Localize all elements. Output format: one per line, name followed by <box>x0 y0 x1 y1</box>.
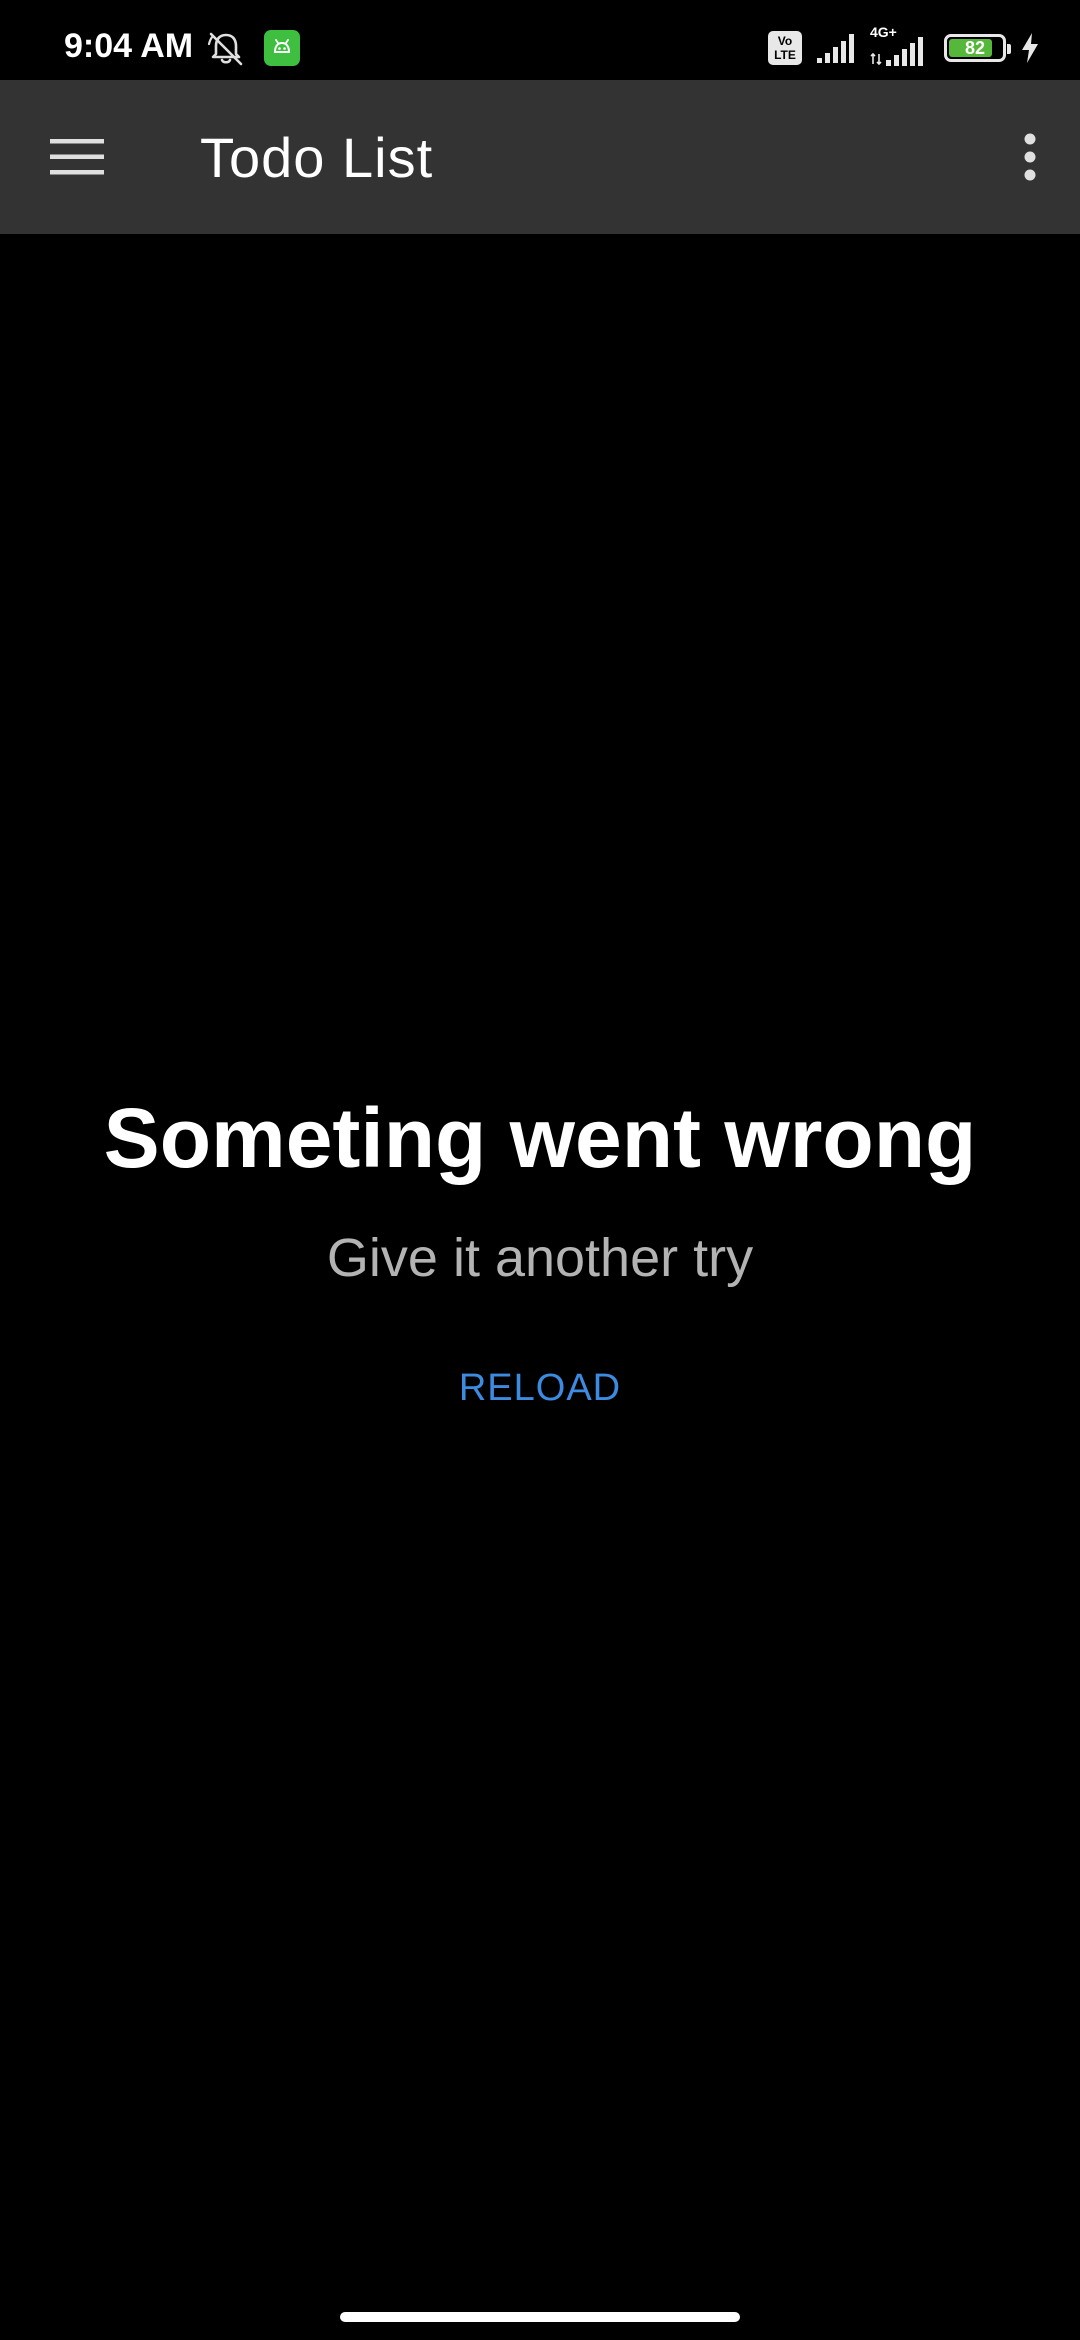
app-notification-icon <box>264 30 300 66</box>
error-subtitle: Give it another try <box>326 1228 754 1288</box>
home-indicator[interactable] <box>340 2312 740 2322</box>
volte-top-label: Vo <box>777 34 793 48</box>
signal-4g-icon <box>870 37 923 66</box>
error-title: Someting went wrong <box>103 1091 977 1185</box>
bell-off-icon <box>207 32 243 66</box>
status-system-icons: Vo LTE 4G+ 82 <box>768 24 1040 70</box>
volte-bottom-label: LTE <box>774 48 796 62</box>
signal-4g-wrap: 4G+ <box>870 24 930 68</box>
battery-level: 82 <box>964 37 986 58</box>
app-title: Todo List <box>200 126 434 189</box>
more-vert-icon <box>1024 133 1036 181</box>
status-bar: 9:04 AM Vo LTE 4G+ 82 <box>0 0 1080 80</box>
charging-icon <box>1022 33 1038 63</box>
hamburger-menu-icon <box>50 139 104 175</box>
status-time: 9:04 AM <box>64 27 194 65</box>
signal-icon <box>817 34 854 63</box>
android-face-icon <box>273 39 291 53</box>
reload-button[interactable]: RELOAD <box>440 1358 640 1418</box>
volte-icon: Vo LTE <box>768 31 802 65</box>
overflow-menu-button[interactable] <box>1000 120 1060 194</box>
app-bar: Todo List <box>0 80 1080 234</box>
battery-icon: 82 <box>944 34 1011 62</box>
menu-button[interactable] <box>38 120 116 194</box>
status-notification-icons <box>206 26 300 70</box>
screen: 9:04 AM Vo LTE 4G+ 82 Todo List Someting… <box>0 0 1080 2340</box>
